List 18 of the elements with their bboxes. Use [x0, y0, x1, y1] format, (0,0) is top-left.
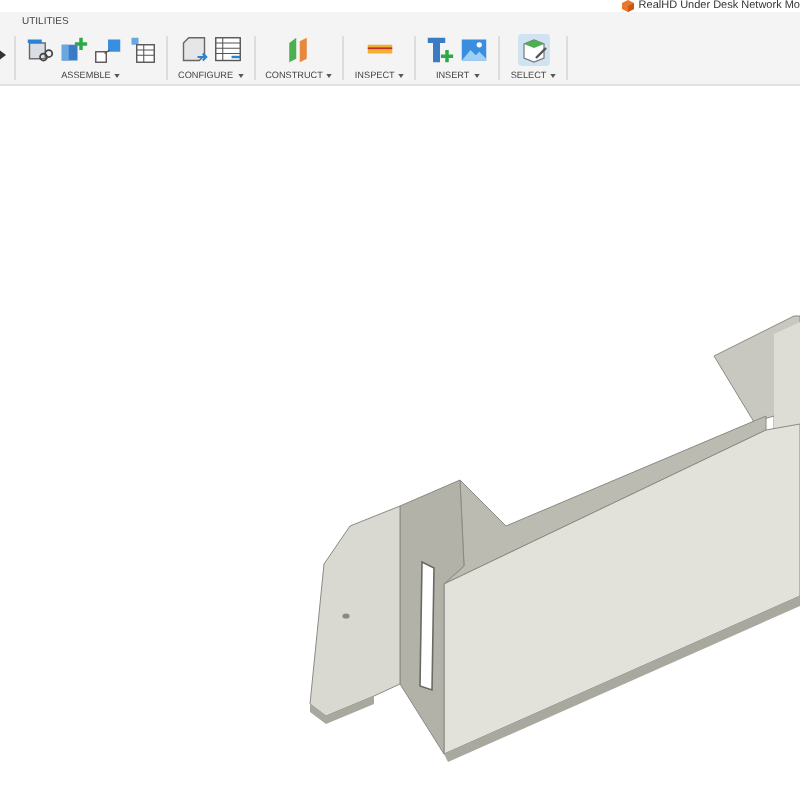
image-icon[interactable] — [460, 35, 489, 63]
caret-icon — [114, 73, 121, 77]
arrow-icon[interactable] — [0, 50, 6, 60]
caret-icon — [398, 73, 405, 77]
squares-icon[interactable] — [94, 35, 122, 63]
insert-plus-icon[interactable] — [426, 35, 455, 63]
select-box-icon[interactable] — [517, 33, 550, 65]
planes-icon[interactable] — [284, 35, 313, 63]
table-icon[interactable] — [128, 35, 156, 63]
component-link-icon[interactable] — [26, 35, 54, 63]
caret-icon — [237, 73, 244, 77]
caret-icon — [473, 73, 480, 77]
box-plus-icon[interactable] — [60, 35, 88, 63]
caret-icon — [326, 73, 333, 77]
table-icon[interactable] — [213, 35, 242, 63]
box-icon[interactable] — [179, 35, 208, 63]
caret-icon — [550, 73, 557, 77]
cube-icon — [622, 0, 635, 12]
